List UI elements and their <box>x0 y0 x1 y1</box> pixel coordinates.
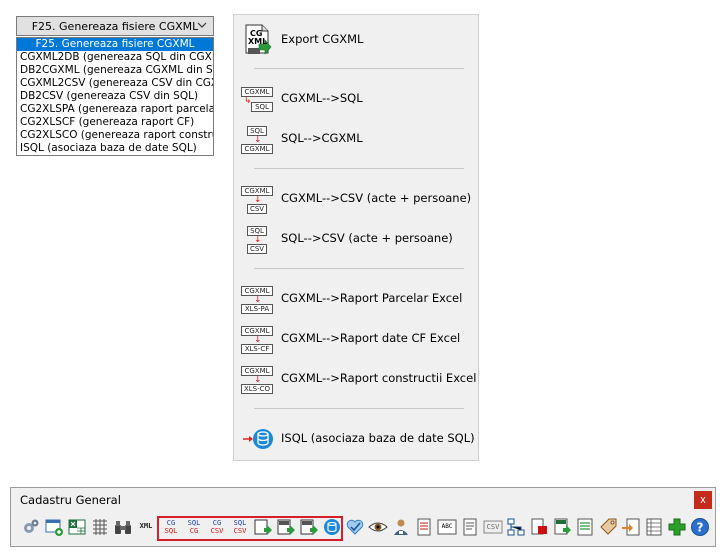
menu-item-raport-constructii[interactable]: CGXML ↓ XLS-CO CGXML-->Raport constructi… <box>234 361 478 397</box>
report-excel-icon[interactable] <box>552 517 572 537</box>
xml-icon[interactable]: XML <box>136 517 156 537</box>
cadastru-general-window: Cadastru General x XML CG SQL SQL CG CG … <box>10 487 716 547</box>
xls-co-icon: CGXML ↓ XLS-CO <box>241 363 273 395</box>
icon-text-xml: XML <box>248 37 268 46</box>
icon-box-bottom: XLS-PA <box>241 304 273 314</box>
icon-box-bottom: SQL <box>251 102 273 112</box>
heart-check-icon[interactable] <box>345 517 365 537</box>
combo-selected-label: F25. Genereaza fisiere CGXML <box>31 19 199 33</box>
menu-item-label: SQL-->CGXML <box>281 131 363 145</box>
tag-icon[interactable] <box>598 517 618 537</box>
menu-item-label: SQL-->CSV (acte + persoane) <box>281 231 453 245</box>
menu-item-raport-parcelar[interactable]: CGXML ↓ XLS-PA CGXML-->Raport Parcelar E… <box>234 281 478 317</box>
menu-item-isql[interactable]: ISQL (asociaza baza de date SQL) <box>234 421 478 457</box>
combo-option[interactable]: CGXML2DB (genereaza SQL din CGXML) <box>17 51 213 64</box>
export-red-icon[interactable] <box>529 517 549 537</box>
menu-item-sql-cgxml[interactable]: SQL ↓ CGXML SQL-->CGXML <box>234 121 478 157</box>
combo-option[interactable]: CG2XLSCO (genereaza raport constructii <box>17 129 213 142</box>
add-icon[interactable] <box>667 517 687 537</box>
sql-to-csv-icon: SQL ↓ CSV <box>241 223 273 255</box>
menu-item-label: CGXML-->SQL <box>281 91 363 105</box>
cgxml-menu-panel: CG XML Export CGXML CGXML ↳ SQL CGXML-->… <box>233 14 479 461</box>
text-doc-icon[interactable] <box>460 517 480 537</box>
list-icon[interactable] <box>575 517 595 537</box>
menu-separator <box>254 168 464 169</box>
menu-item-label: CGXML-->CSV (acte + persoane) <box>281 191 472 205</box>
report-co-icon[interactable] <box>299 517 319 537</box>
combo-option[interactable]: ISQL (asociaza baza de date SQL) <box>17 142 213 155</box>
icon-box-bottom: CGXML <box>241 144 273 154</box>
toolbar-label-top: SQL <box>187 519 201 527</box>
abc-label: ABC <box>441 523 453 530</box>
cgxml-to-sql-icon[interactable]: CG SQL <box>161 517 181 537</box>
menu-item-raport-cf[interactable]: CGXML ↓ XLS-CF CGXML-->Raport date CF Ex… <box>234 321 478 357</box>
columns-icon[interactable] <box>644 517 664 537</box>
toolbar-label-bottom: CG <box>189 527 199 535</box>
toolbar-label-top: SQL <box>233 519 247 527</box>
binoculars-icon[interactable] <box>113 517 133 537</box>
network-icon[interactable] <box>506 517 526 537</box>
close-button[interactable]: x <box>694 491 712 509</box>
csv-label: CSV <box>486 523 500 531</box>
xls-cf-icon: CGXML ↓ XLS-CF <box>241 323 273 355</box>
cgxml-to-csv-icon: CGXML ↓ CSV <box>241 183 273 215</box>
window-title: Cadastru General <box>20 493 121 507</box>
icon-box-bottom: CSV <box>247 204 267 214</box>
menu-item-label: CGXML-->Raport date CF Excel <box>281 331 461 345</box>
chevron-down-icon <box>197 22 207 28</box>
combo-option[interactable]: DB2CSV (genereaza CSV din SQL) <box>17 90 213 103</box>
excel-icon[interactable] <box>67 517 87 537</box>
toolbar-label-bottom: CSV <box>210 527 224 535</box>
svg-text:?: ? <box>697 521 704 535</box>
menu-item-sql-csv[interactable]: SQL ↓ CSV SQL-->CSV (acte + persoane) <box>234 221 478 257</box>
menu-item-label: ISQL (asociaza baza de date SQL) <box>281 431 475 445</box>
process-combo[interactable]: F25. Genereaza fisiere CGXML <box>16 16 214 36</box>
cgxml-to-csv-icon[interactable]: CG CSV <box>207 517 227 537</box>
user-icon[interactable] <box>391 517 411 537</box>
cgxml-to-sql-icon: CGXML ↳ SQL <box>241 83 273 115</box>
icon-box-bottom: CSV <box>247 244 267 254</box>
toolbar-label-bottom: SQL <box>164 527 178 535</box>
menu-item-cgxml-sql[interactable]: CGXML ↳ SQL CGXML-->SQL <box>234 81 478 117</box>
database-icon[interactable] <box>322 517 342 537</box>
menu-item-label: CGXML-->Raport Parcelar Excel <box>281 291 463 305</box>
combo-option[interactable]: CG2XLSPA (genereaza raport parcelar) <box>17 103 213 116</box>
menu-separator <box>254 408 464 409</box>
abc-icon[interactable]: ABC <box>437 517 457 537</box>
toolbar-label-top: CG <box>166 519 176 527</box>
combo-option[interactable]: CG2XLSCF (genereaza raport CF) <box>17 116 213 129</box>
toolbar-label-top: CG <box>212 519 222 527</box>
menu-separator <box>254 68 464 69</box>
menu-item-export-cgxml[interactable]: CG XML Export CGXML <box>234 22 478 58</box>
import-icon[interactable] <box>621 517 641 537</box>
menu-separator <box>254 268 464 269</box>
xls-pa-icon: CGXML ↓ XLS-PA <box>241 283 273 315</box>
document-icon[interactable] <box>414 517 434 537</box>
xml-label: XML <box>139 522 153 530</box>
grid-icon[interactable] <box>90 517 110 537</box>
cgxml-file-icon: CG XML <box>241 24 273 56</box>
menu-item-label: Export CGXML <box>281 32 364 46</box>
window-new-icon[interactable] <box>44 517 64 537</box>
gears-icon[interactable] <box>21 517 41 537</box>
icon-box-bottom: XLS-CF <box>241 344 273 354</box>
eye-icon[interactable] <box>368 517 388 537</box>
database-link-icon <box>241 423 273 455</box>
sql-to-cgxml-icon[interactable]: SQL CG <box>184 517 204 537</box>
combo-options-list[interactable]: F25. Genereaza fisiere CGXML CGXML2DB (g… <box>16 37 214 156</box>
combo-option[interactable]: DB2CGXML (genereaza CGXML din SQL) <box>17 64 213 77</box>
report-cf-icon[interactable] <box>276 517 296 537</box>
menu-item-cgxml-csv[interactable]: CGXML ↓ CSV CGXML-->CSV (acte + persoane… <box>234 181 478 217</box>
help-icon[interactable]: ? <box>690 517 710 537</box>
menu-item-label: CGXML-->Raport constructii Excel <box>281 371 477 385</box>
toolbar-label-bottom: CSV <box>233 527 247 535</box>
icon-box-bottom: XLS-CO <box>241 384 273 394</box>
report-pa-icon[interactable] <box>253 517 273 537</box>
sql-to-csv-icon[interactable]: SQL CSV <box>230 517 250 537</box>
combo-option[interactable]: CGXML2CSV (genereaza CSV din CGXML) <box>17 77 213 90</box>
csv-icon[interactable]: CSV <box>483 517 503 537</box>
sql-to-cgxml-icon: SQL ↓ CGXML <box>241 123 273 155</box>
combo-option[interactable]: F25. Genereaza fisiere CGXML <box>17 38 213 51</box>
